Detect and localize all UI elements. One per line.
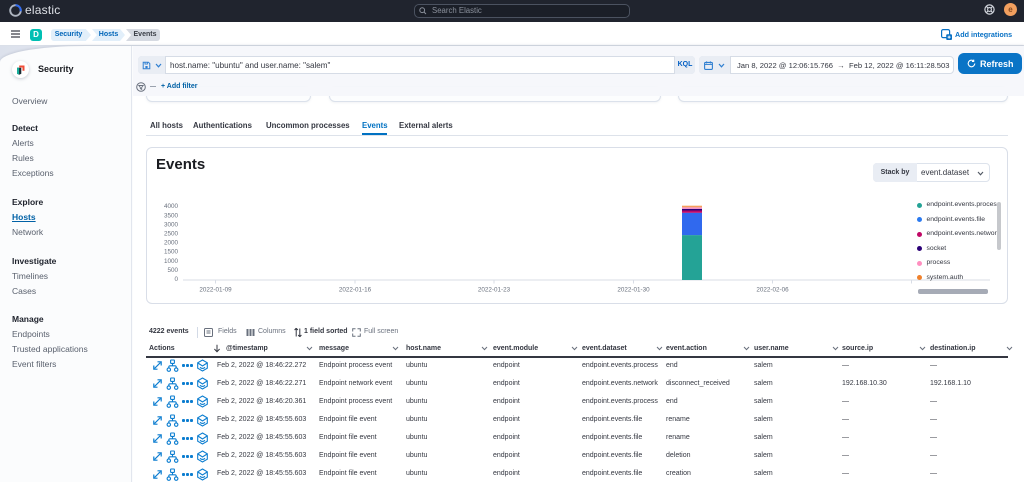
svg-text:2022-02-06: 2022-02-06 bbox=[756, 287, 789, 294]
svg-text:2022-01-16: 2022-01-16 bbox=[339, 287, 372, 294]
svg-text:2000: 2000 bbox=[164, 240, 179, 247]
svg-text:2500: 2500 bbox=[164, 231, 179, 238]
svg-text:4000: 4000 bbox=[164, 203, 179, 210]
svg-text:1000: 1000 bbox=[164, 258, 179, 265]
svg-text:1500: 1500 bbox=[164, 249, 179, 256]
svg-text:0: 0 bbox=[174, 276, 178, 283]
svg-text:2022-01-30: 2022-01-30 bbox=[617, 287, 650, 294]
svg-text:2022-01-09: 2022-01-09 bbox=[199, 287, 232, 294]
svg-text:500: 500 bbox=[167, 267, 178, 274]
svg-text:3500: 3500 bbox=[164, 212, 179, 219]
svg-text:2022-01-23: 2022-01-23 bbox=[478, 287, 511, 294]
svg-text:3000: 3000 bbox=[164, 221, 179, 228]
